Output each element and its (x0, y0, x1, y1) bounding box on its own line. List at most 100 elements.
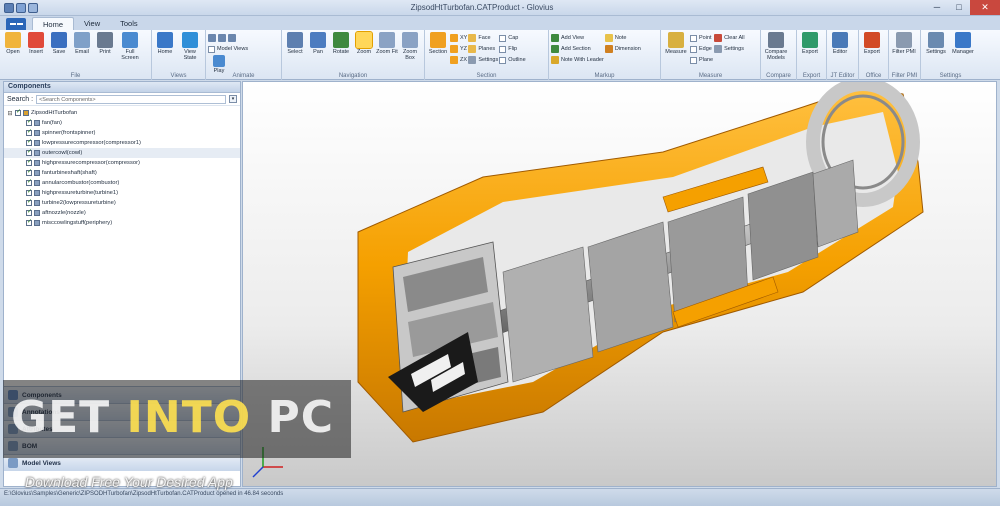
visibility-checkbox[interactable] (26, 208, 32, 216)
visibility-checkbox[interactable] (26, 138, 32, 146)
tree-item[interactable]: fan(fan) (4, 118, 240, 128)
visibility-checkbox[interactable] (26, 218, 32, 226)
section-settings-button[interactable]: Settings (468, 55, 498, 65)
accordion-attributes[interactable]: Attributes (4, 420, 240, 437)
visibility-checkbox[interactable] (26, 188, 32, 196)
view-state-button[interactable]: View State (177, 32, 203, 61)
tree-item[interactable]: fanturbineshaft(shaft) (4, 168, 240, 178)
jt-editor-button[interactable]: Editor (829, 32, 851, 55)
clear-all-button[interactable]: Clear All (714, 33, 745, 43)
point-checkbox[interactable] (690, 34, 697, 42)
section-face-button[interactable]: Face (468, 33, 498, 43)
print-button[interactable]: Print (94, 32, 116, 55)
visibility-checkbox[interactable] (26, 148, 32, 156)
zoom-fit-button[interactable]: Zoom Fit (376, 32, 398, 55)
tree-item[interactable]: turbine2(lowpressureturbine) (4, 198, 240, 208)
tree-item[interactable]: outercowl(cowl) (4, 148, 240, 158)
yz-plane-icon (450, 45, 458, 53)
section-outline-toggle[interactable]: Outline (499, 55, 526, 65)
flip-checkbox[interactable] (499, 45, 507, 53)
maximize-button[interactable]: □ (948, 0, 970, 15)
measure-button[interactable]: Measure (663, 32, 689, 55)
select-button[interactable]: Select (284, 32, 306, 55)
section-button[interactable]: Section (427, 32, 449, 55)
tab-view[interactable]: View (74, 17, 110, 30)
email-button[interactable]: Email (71, 32, 93, 55)
model-views-checkbox[interactable] (208, 45, 215, 53)
filter-pmi-button[interactable]: Filter PMI (891, 32, 917, 55)
group-label-views: Views (170, 73, 187, 79)
note-button[interactable]: Note (604, 33, 641, 43)
tree-item[interactable]: annularcombustor(combustor) (4, 178, 240, 188)
section-planes-button[interactable]: Planes (468, 44, 498, 54)
section-cap-toggle[interactable]: Cap (499, 33, 525, 43)
quick-save-icon[interactable] (16, 2, 26, 13)
close-button[interactable]: ✕ (970, 0, 1000, 15)
full-screen-button[interactable]: Full Screen (117, 32, 143, 61)
play-button[interactable]: Play (208, 55, 230, 74)
visibility-checkbox[interactable] (26, 158, 32, 166)
outline-checkbox[interactable] (499, 56, 507, 64)
measure-plane-toggle[interactable]: Plane (690, 55, 713, 65)
visibility-checkbox[interactable] (26, 178, 32, 186)
zoom-button[interactable]: Zoom (353, 31, 375, 55)
add-view-button[interactable]: Add View (551, 33, 604, 43)
application-menu-button[interactable] (6, 18, 26, 30)
accordion-components[interactable]: Components (4, 386, 240, 403)
model-views-icon (8, 458, 18, 468)
model-views-toggle[interactable]: Model Views (208, 44, 248, 54)
note-with-leader-button[interactable]: Note With Leader (551, 55, 604, 65)
tree-item[interactable]: highpressureturbine(turbine1) (4, 188, 240, 198)
pan-button[interactable]: Pan (307, 32, 329, 55)
quick-undo-icon[interactable] (28, 2, 38, 13)
home-view-button[interactable]: Home (154, 32, 176, 55)
tree-item[interactable]: misccowlingstuff(periphery) (4, 218, 240, 228)
zoom-box-button[interactable]: Zoom Box (399, 32, 421, 61)
rotate-button[interactable]: Rotate (330, 32, 352, 55)
export-button[interactable]: Export (799, 32, 821, 55)
compare-models-button[interactable]: Compare Models (763, 32, 789, 61)
measure-settings-button[interactable]: Settings (714, 44, 744, 54)
insert-button[interactable]: Insert (25, 32, 47, 55)
turbofan-engine-model[interactable] (243, 82, 997, 487)
tree-item[interactable]: spinner(frontspinner) (4, 128, 240, 138)
tree-item[interactable]: aftnozzle(nozzle) (4, 208, 240, 218)
edge-checkbox[interactable] (690, 45, 697, 53)
section-yz-button[interactable]: YZ (450, 44, 467, 54)
settings-button[interactable]: Settings (923, 32, 949, 55)
accordion-annotations[interactable]: Annotations (4, 403, 240, 420)
accordion-bom[interactable]: BOM (4, 437, 240, 454)
tab-tools[interactable]: Tools (110, 17, 148, 30)
manager-button[interactable]: Manager (950, 32, 976, 55)
tree-item[interactable]: highpressurecompressor(compressor) (4, 158, 240, 168)
visibility-checkbox[interactable] (26, 168, 32, 176)
component-search-input[interactable]: <Search Components> (36, 94, 226, 104)
open-button[interactable]: Open (2, 32, 24, 55)
cap-checkbox[interactable] (499, 34, 507, 42)
add-section-button[interactable]: Add Section (551, 44, 604, 54)
office-export-button[interactable]: Export (861, 32, 883, 55)
search-options-button[interactable]: ▾ (229, 95, 237, 103)
dimension-button[interactable]: Dimension (604, 44, 641, 54)
tree-item-label: fan(fan) (42, 120, 62, 126)
collapse-icon[interactable]: ⊟ (7, 110, 13, 117)
section-flip-toggle[interactable]: Flip (499, 44, 525, 54)
measure-settings-icon (714, 45, 723, 53)
visibility-checkbox[interactable] (26, 128, 32, 136)
section-xy-button[interactable]: XY (450, 33, 467, 43)
3d-viewport[interactable] (242, 81, 997, 487)
tree-item[interactable]: lowpressurecompressor(compressor1) (4, 138, 240, 148)
visibility-checkbox[interactable] (26, 118, 32, 126)
tab-home[interactable]: Home (32, 17, 75, 30)
visibility-checkbox[interactable] (15, 108, 21, 116)
save-button[interactable]: Save (48, 32, 70, 55)
visibility-checkbox[interactable] (26, 198, 32, 206)
plane-checkbox[interactable] (690, 56, 697, 64)
measure-point-toggle[interactable]: Point (690, 33, 713, 43)
measure-edge-toggle[interactable]: Edge (690, 44, 713, 54)
section-zx-button[interactable]: ZX (450, 55, 467, 65)
animation-controls[interactable] (208, 33, 248, 43)
tree-root-node[interactable]: ⊟ ZipsodHtTurbofan (4, 108, 240, 118)
accordion-model-views[interactable]: Model Views (4, 454, 240, 471)
minimize-button[interactable]: ─ (926, 0, 948, 15)
